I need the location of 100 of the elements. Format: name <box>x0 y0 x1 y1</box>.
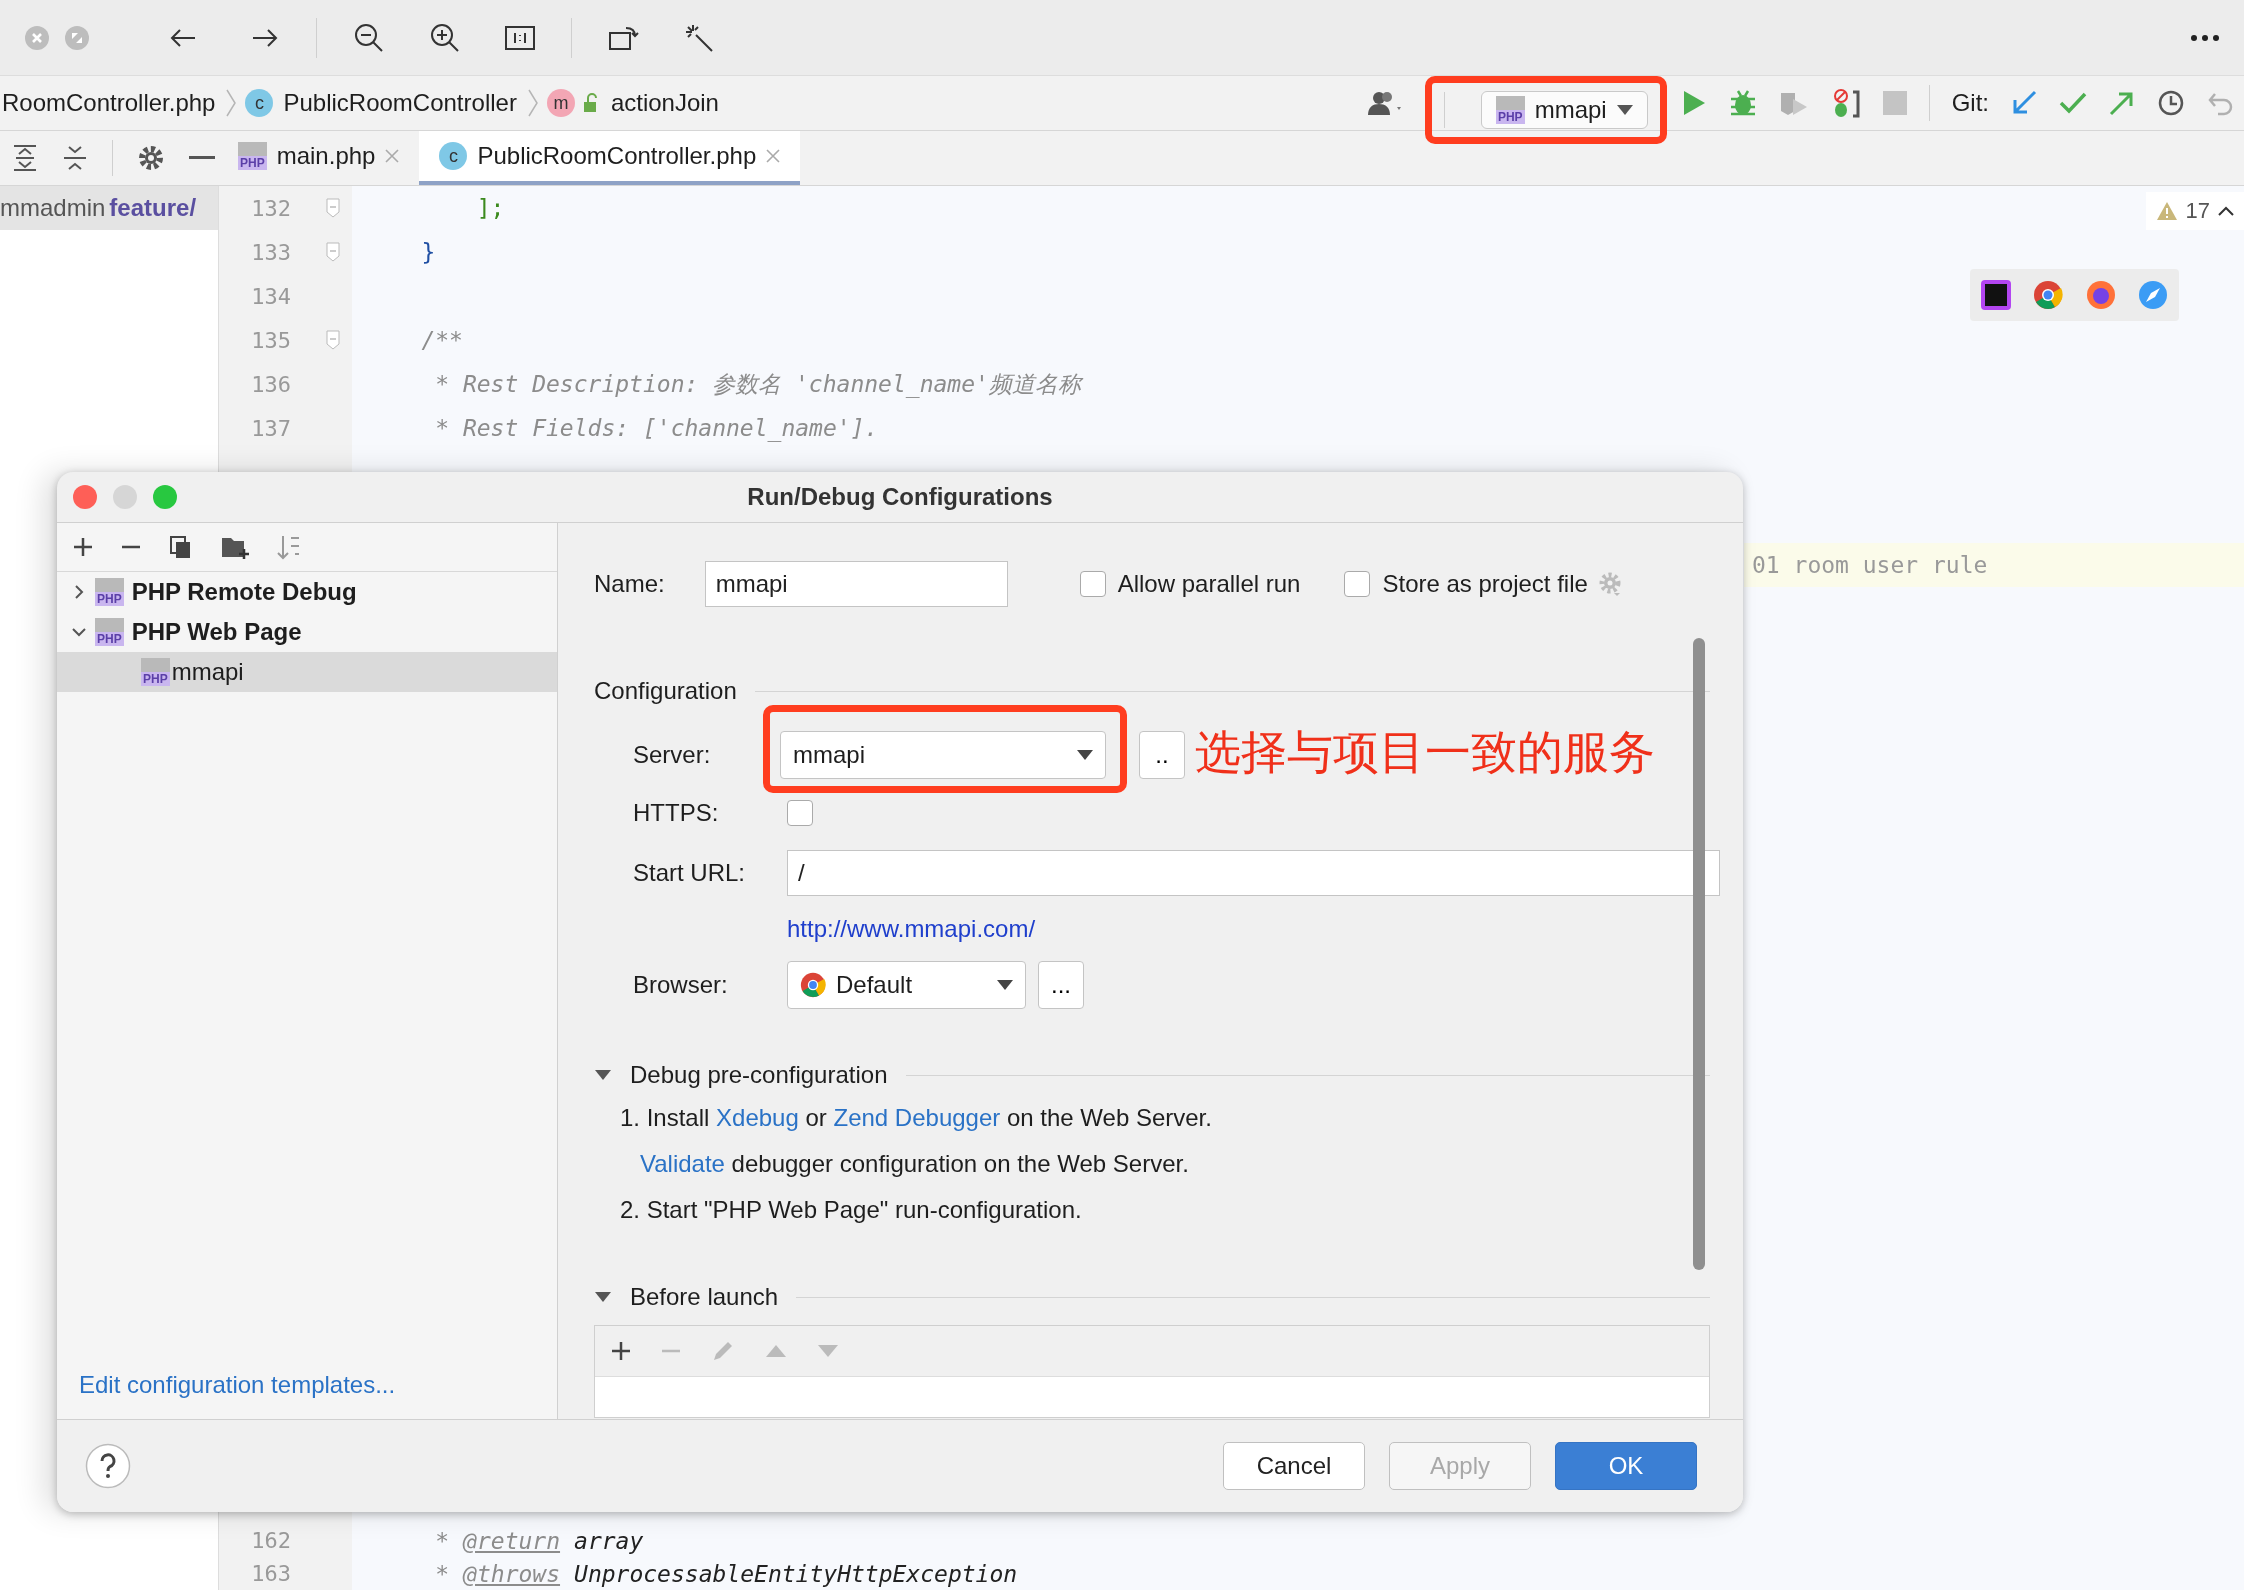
zoom-out-icon[interactable] <box>353 21 385 54</box>
collapse-triangle-icon[interactable] <box>594 1290 612 1304</box>
code-line: } <box>420 239 436 265</box>
collapse-all-icon[interactable] <box>62 144 88 172</box>
name-label: Name: <box>594 570 665 598</box>
php-config-icon: PHP <box>141 658 170 686</box>
project-path-row[interactable]: mmadmin feature/ <box>0 186 218 230</box>
ide-icon[interactable] <box>1981 280 2012 310</box>
class-icon: c <box>439 142 468 170</box>
close-icon[interactable] <box>766 149 781 163</box>
run-configuration-dropdown[interactable]: PHP mmapi <box>1480 91 1648 129</box>
instruction-text: 2. Start "PHP Web Page" run-configuration. <box>619 1195 1083 1225</box>
add-icon[interactable] <box>73 537 93 557</box>
chrome-icon[interactable] <box>2033 280 2064 310</box>
minimize-icon[interactable] <box>189 156 215 160</box>
move-down-icon[interactable] <box>817 1344 839 1358</box>
tree-item[interactable]: PHP Remote Debug <box>131 578 357 606</box>
help-link[interactable]: Zend Debugger <box>833 1104 1001 1132</box>
users-icon[interactable] <box>1366 89 1403 117</box>
checkbox-label: Store as project file <box>1382 570 1588 598</box>
line-number: 136 <box>250 371 291 397</box>
code-line: * @throws UnprocessableEntityHttpException <box>434 1560 1018 1587</box>
help-link[interactable]: Validate <box>640 1150 725 1178</box>
checkbox-label: Allow parallel run <box>1117 570 1301 598</box>
clock-icon[interactable] <box>2157 89 2185 117</box>
sort-icon[interactable] <box>277 534 301 560</box>
help-icon[interactable] <box>85 1443 131 1489</box>
warning-icon <box>2155 201 2178 221</box>
breadcrumb-item[interactable]: RoomController.php <box>0 87 218 119</box>
move-up-icon[interactable] <box>765 1344 787 1358</box>
update-arrow-icon[interactable] <box>2011 90 2037 116</box>
browser-browse-button[interactable]: ... <box>1038 961 1084 1009</box>
chrome-icon <box>800 972 826 998</box>
section-heading: Before launch <box>630 1283 779 1311</box>
compass-icon[interactable] <box>2137 280 2168 310</box>
checkmark-icon[interactable] <box>2059 91 2087 115</box>
editor-tab[interactable]: c PublicRoomController.php <box>419 131 801 185</box>
magic-wand-icon[interactable] <box>684 22 714 53</box>
folder-add-icon[interactable] <box>221 535 249 559</box>
dialog-title: Run/Debug Configurations <box>747 483 1053 511</box>
breadcrumb-item[interactable]: actionJoin <box>608 87 721 119</box>
firefox-icon[interactable] <box>2085 280 2116 310</box>
maximize-window-icon[interactable] <box>153 485 177 509</box>
line-number: 163 <box>250 1561 291 1586</box>
code-line: * @return array <box>434 1527 644 1554</box>
scrollbar[interactable] <box>1693 638 1705 1270</box>
browser-label: Browser: <box>632 971 729 999</box>
php-config-icon: PHP <box>95 618 124 646</box>
add-icon[interactable] <box>611 1341 631 1361</box>
tree-item[interactable]: PHP Web Page <box>131 618 302 646</box>
server-browse-button[interactable]: .. <box>1139 731 1185 779</box>
method-icon: m <box>546 89 575 117</box>
start-url-label: Start URL: <box>632 859 747 887</box>
dialog-button[interactable]: OK <box>1555 1442 1697 1490</box>
chevron-right-icon <box>225 88 238 118</box>
zoom-in-icon[interactable] <box>429 21 461 54</box>
dialog-button[interactable]: Cancel <box>1223 1442 1365 1490</box>
bug-icon[interactable] <box>1728 89 1757 117</box>
edit-templates-link[interactable]: Edit configuration templates... <box>57 1371 557 1419</box>
checkbox[interactable] <box>1079 571 1106 597</box>
push-arrow-icon[interactable] <box>2109 90 2135 116</box>
fold-marker-icon[interactable] <box>326 242 340 262</box>
dropdown-arrow-icon <box>1616 105 1633 115</box>
help-link[interactable]: Xdebug <box>716 1104 799 1132</box>
chevron-up-icon <box>2218 206 2234 216</box>
php-file-icon: PHP <box>238 142 267 170</box>
close-icon[interactable] <box>24 24 50 51</box>
https-checkbox[interactable] <box>787 800 813 826</box>
browser-dropdown[interactable]: Default <box>787 961 1026 1009</box>
code-line: * Rest Fields: ['channel_name']. <box>434 415 879 441</box>
inspection-widget[interactable]: 17 <box>2145 192 2244 230</box>
section-heading: Configuration <box>594 677 737 705</box>
stop-icon[interactable] <box>1882 91 1907 115</box>
server-dropdown[interactable]: mmapi <box>780 731 1106 779</box>
breadcrumb-item[interactable]: PublicRoomController <box>281 87 519 119</box>
name-field[interactable]: mmapi <box>704 561 1008 607</box>
editor-tab[interactable]: PHP main.php <box>218 131 420 185</box>
close-window-icon[interactable] <box>73 485 97 509</box>
git-label: Git: <box>1951 89 1989 117</box>
expand-all-icon[interactable] <box>12 144 38 172</box>
settings-icon[interactable] <box>137 144 165 172</box>
code-line: /** <box>420 327 463 353</box>
edit-pencil-icon[interactable] <box>711 1339 735 1363</box>
fold-marker-icon[interactable] <box>326 198 340 218</box>
annotation-text: 选择与项目一致的服务 <box>1195 725 1655 780</box>
url-link[interactable]: http://www.mmapi.com/ <box>787 915 1036 943</box>
close-icon[interactable] <box>385 149 400 163</box>
line-number: 137 <box>250 415 291 441</box>
class-icon: c <box>245 89 274 117</box>
more-icon[interactable] <box>2190 33 2220 42</box>
copy-icon[interactable] <box>169 535 193 559</box>
instruction-text: 1. Install Xdebug or Zend Debugger on the Web Server. <box>619 1103 1213 1134</box>
collapse-triangle-icon[interactable] <box>594 1068 612 1082</box>
php-config-icon: PHP <box>95 578 124 606</box>
checkbox[interactable] <box>1344 571 1371 597</box>
start-url-field[interactable]: / <box>787 850 1720 896</box>
actual-size-icon[interactable] <box>505 25 535 50</box>
fold-marker-icon[interactable] <box>326 330 340 350</box>
resize-icon[interactable] <box>64 24 90 51</box>
line-number: 133 <box>250 239 291 265</box>
